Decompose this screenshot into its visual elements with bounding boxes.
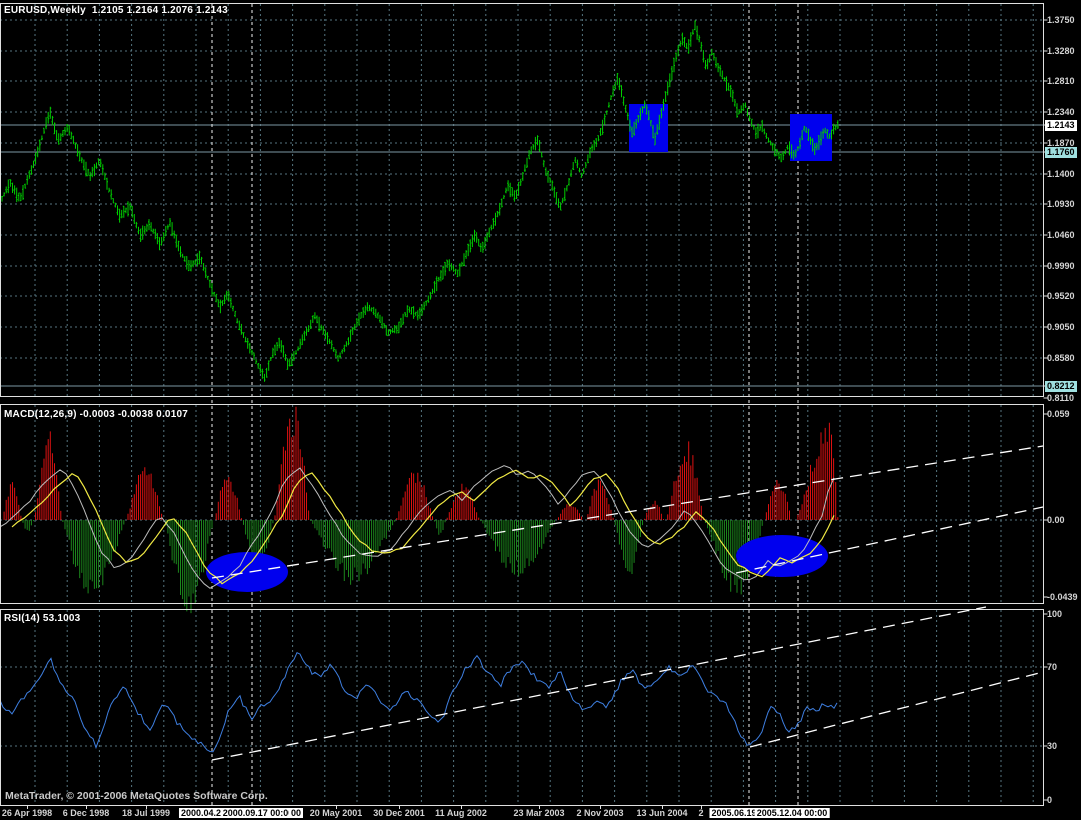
price-axis-label: 1.2810: [1047, 76, 1075, 86]
time-axis-label: 26 Apr 1998: [1, 808, 53, 818]
date-anchor-label: 00: [288, 808, 304, 818]
price-axis-label: 1.0460: [1047, 230, 1075, 240]
metatrader-watermark: MetaTrader, © 2001-2006 MetaQuotes Softw…: [5, 790, 268, 802]
price-axis-label: 0.9520: [1047, 291, 1075, 301]
panel-borders: [0, 3, 1048, 809]
macd-axis-label: 0.00: [1047, 515, 1065, 525]
macd-panel-title: MACD(12,26,9) -0.0003 -0.0038 0.0107: [4, 409, 188, 420]
price-level-lines[interactable]: [0, 124, 1043, 387]
macd-histogram-negative: [22, 520, 763, 614]
price-axis-label: 0.8110: [1047, 393, 1075, 403]
rsi-axis-label: 70: [1047, 662, 1058, 672]
price-axis-label: 1.3750: [1047, 15, 1075, 25]
rsi-axis-label: 0: [1047, 795, 1053, 805]
time-axis-label: 2 Nov 2003: [576, 808, 624, 818]
rsi-axis-label: 100: [1047, 609, 1063, 619]
macd-histogram-positive: [3, 406, 839, 520]
price-axis-label: 0.9050: [1047, 322, 1075, 332]
macd-axis-label: 0.059: [1047, 409, 1070, 419]
date-anchor-label: 2005.12.04 00:00: [754, 808, 830, 818]
price-axis-label: 0.9990: [1047, 261, 1075, 271]
time-axis-label: 11 Aug 2002: [435, 808, 487, 818]
price-axis-label: 1.3280: [1047, 46, 1075, 56]
date-anchor-label: 2000.09.17 00:00: [220, 808, 296, 818]
price-axis-label: 1.1400: [1047, 169, 1075, 179]
signal-ellipse[interactable]: [206, 552, 288, 592]
price-panel-title: EURUSD,Weekly 1.2105 1.2164 1.2076 1.214…: [4, 5, 228, 16]
bid-price-marker: 1.2143: [1045, 120, 1077, 131]
price-axis-label: 1.0930: [1047, 199, 1075, 209]
time-axis-label: 18 Jul 1999: [121, 808, 171, 818]
macd-main-line: [0, 465, 835, 589]
rsi-trendline[interactable]: [749, 671, 1044, 748]
time-axis-label: 30 Dec 2001: [373, 808, 425, 818]
time-axis-label: 23 Mar 2003: [513, 808, 565, 818]
time-axis-label: 6 Dec 1998: [62, 808, 110, 818]
time-axis-label: 20 May 2001: [309, 808, 363, 818]
date-anchor-label: 2005.06.19: [709, 808, 759, 818]
price-axis-label: 0.8580: [1047, 353, 1075, 363]
price-level-marker: 0.8212: [1045, 381, 1077, 392]
metatrader-chart-window: EURUSD,Weekly 1.2105 1.2164 1.2076 1.214…: [0, 0, 1081, 820]
time-axis-label: 13 Jun 2004: [636, 808, 688, 818]
rsi-panel-title: RSI(14) 53.1003: [4, 613, 81, 624]
price-axis-label: 1.2340: [1047, 107, 1075, 117]
time-axis-label: 2: [698, 808, 704, 818]
date-anchor-label: 2000.04.2: [178, 808, 224, 818]
price-level-marker: 1.1760: [1045, 147, 1077, 158]
price-bars: [1, 20, 839, 382]
rsi-trendline[interactable]: [211, 606, 987, 761]
rsi-axis-label: 30: [1047, 741, 1058, 751]
macd-histogram: [3, 406, 839, 614]
macd-axis-label: -0.0439: [1047, 592, 1078, 602]
